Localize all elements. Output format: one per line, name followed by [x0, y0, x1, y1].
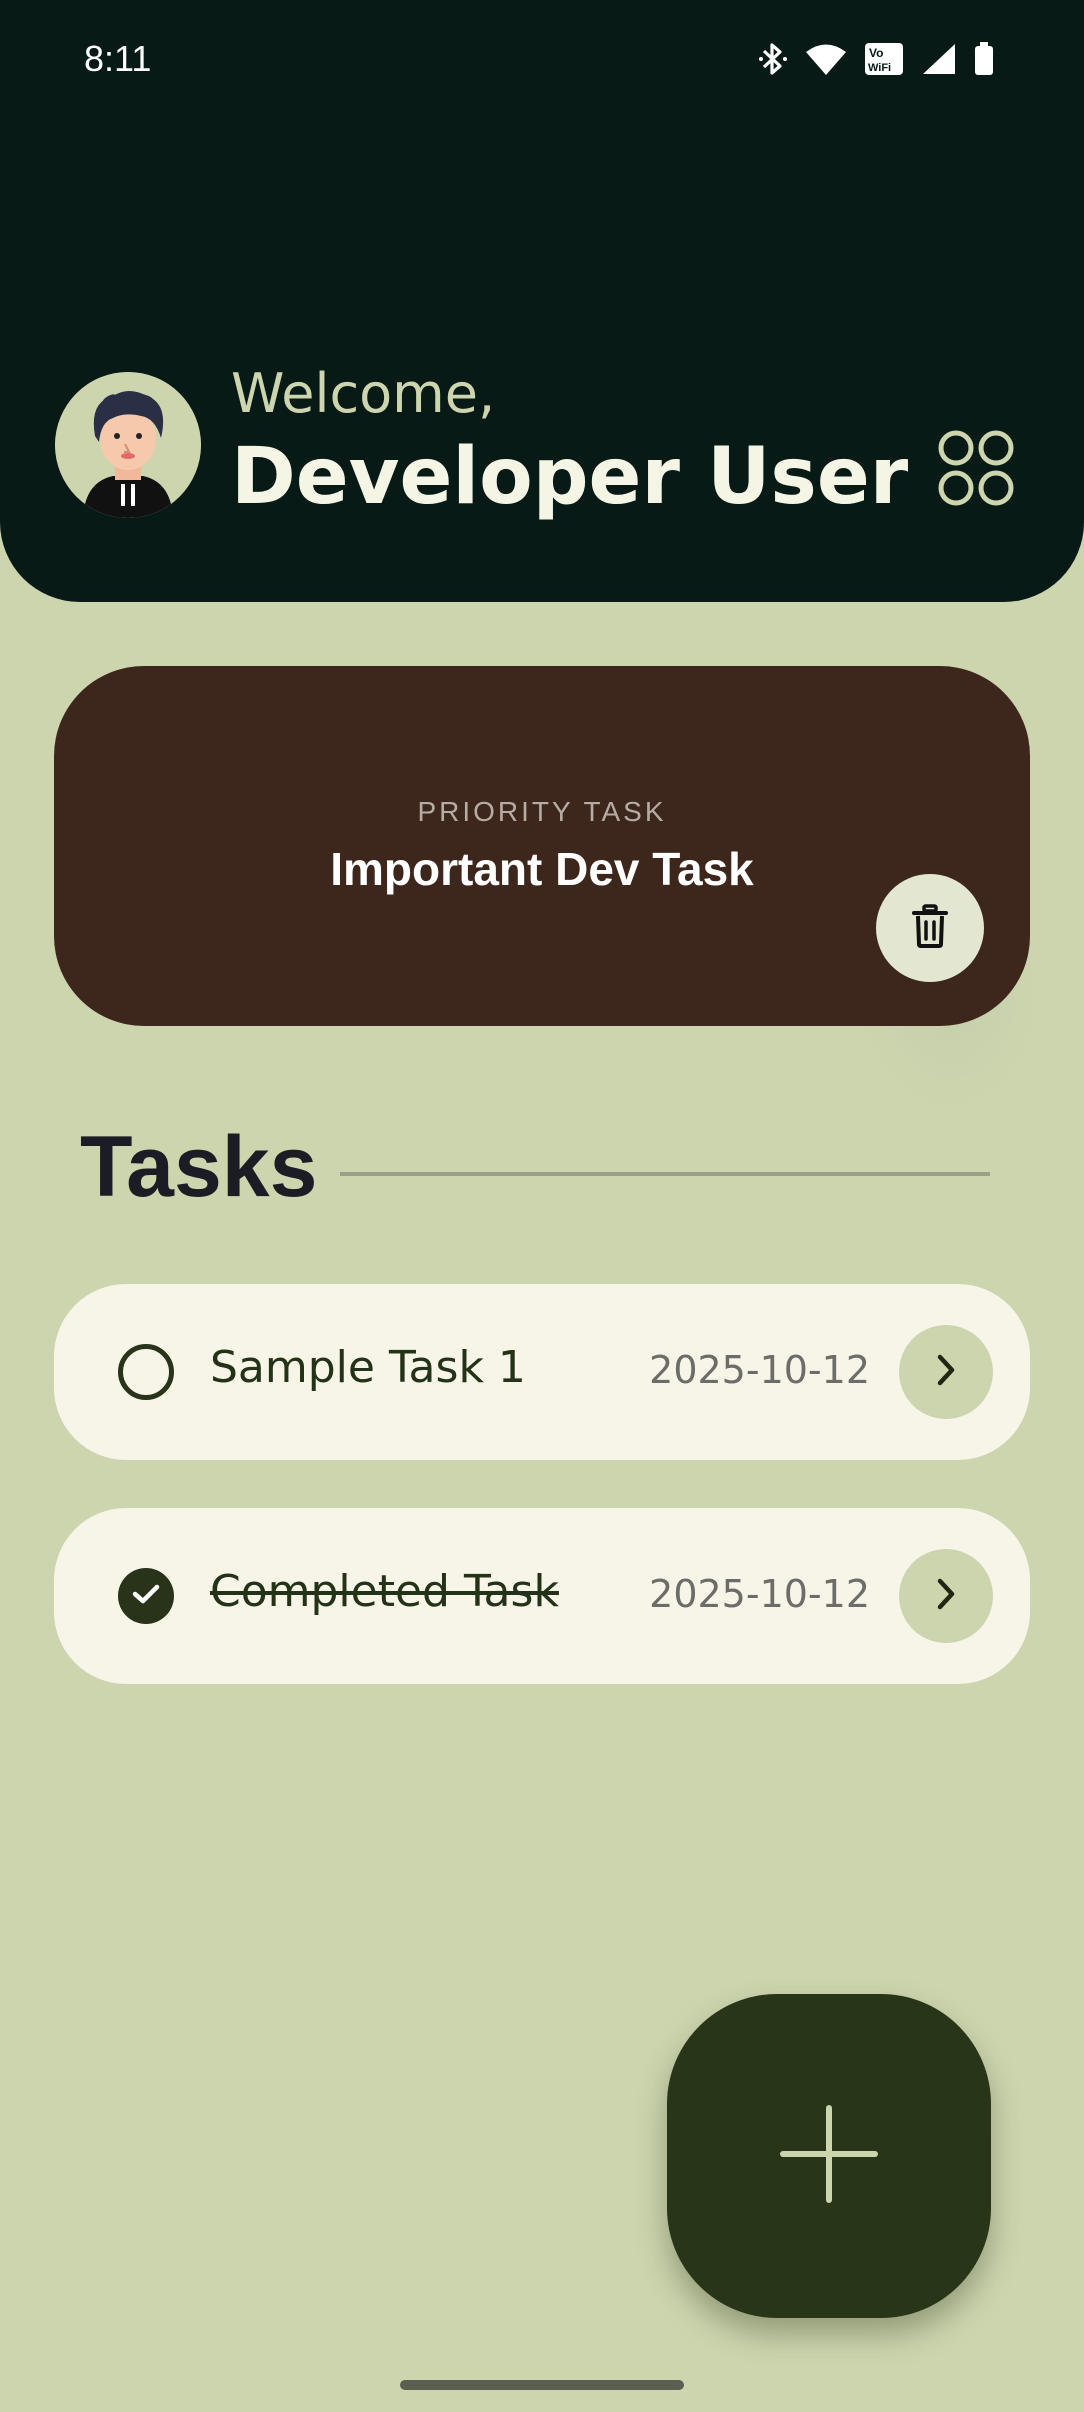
- plus-icon: [779, 2104, 879, 2208]
- task-date: 2025-10-12: [649, 1348, 870, 1392]
- wifi-icon: [806, 43, 846, 75]
- task-checkbox[interactable]: [118, 1344, 174, 1400]
- open-task-button[interactable]: [899, 1325, 993, 1419]
- svg-text:Vo: Vo: [869, 46, 883, 60]
- open-task-button[interactable]: [899, 1549, 993, 1643]
- user-avatar[interactable]: [55, 372, 201, 518]
- app-header: 8:11 Vo WiFi Welcome, Developer User: [0, 0, 1084, 602]
- status-time: 8:11: [84, 38, 152, 79]
- chevron-right-icon: [934, 1352, 958, 1392]
- task-checkbox-checked[interactable]: [118, 1568, 174, 1624]
- task-row[interactable]: Sample Task 1 2025-10-12: [54, 1284, 1030, 1460]
- check-icon: [132, 1583, 160, 1609]
- chevron-right-icon: [934, 1576, 958, 1616]
- svg-text:WiFi: WiFi: [868, 62, 891, 74]
- grid-menu-icon[interactable]: [936, 428, 1016, 508]
- priority-task-card[interactable]: PRIORITY TASK Important Dev Task: [54, 666, 1030, 1026]
- delete-priority-button[interactable]: [876, 874, 984, 982]
- task-row[interactable]: Completed Task 2025-10-12: [54, 1508, 1030, 1684]
- cell-signal-icon: [922, 43, 956, 75]
- status-icons: Vo WiFi: [758, 42, 994, 76]
- bluetooth-icon: [758, 42, 788, 76]
- task-name: Sample Task 1: [210, 1342, 526, 1393]
- task-name: Completed Task: [210, 1566, 559, 1617]
- priority-label: PRIORITY TASK: [417, 796, 667, 827]
- priority-title: Important Dev Task: [330, 843, 754, 895]
- tasks-section-title: Tasks: [80, 1119, 318, 1215]
- tasks-divider: [340, 1172, 990, 1176]
- home-indicator[interactable]: [400, 2380, 684, 2390]
- trash-icon: [911, 904, 949, 952]
- add-task-button[interactable]: [667, 1994, 991, 2318]
- task-date: 2025-10-12: [649, 1572, 870, 1616]
- user-name: Developer User: [231, 432, 909, 522]
- battery-icon: [974, 42, 994, 76]
- welcome-greeting: Welcome,: [231, 362, 496, 425]
- vowifi-icon: Vo WiFi: [864, 42, 904, 76]
